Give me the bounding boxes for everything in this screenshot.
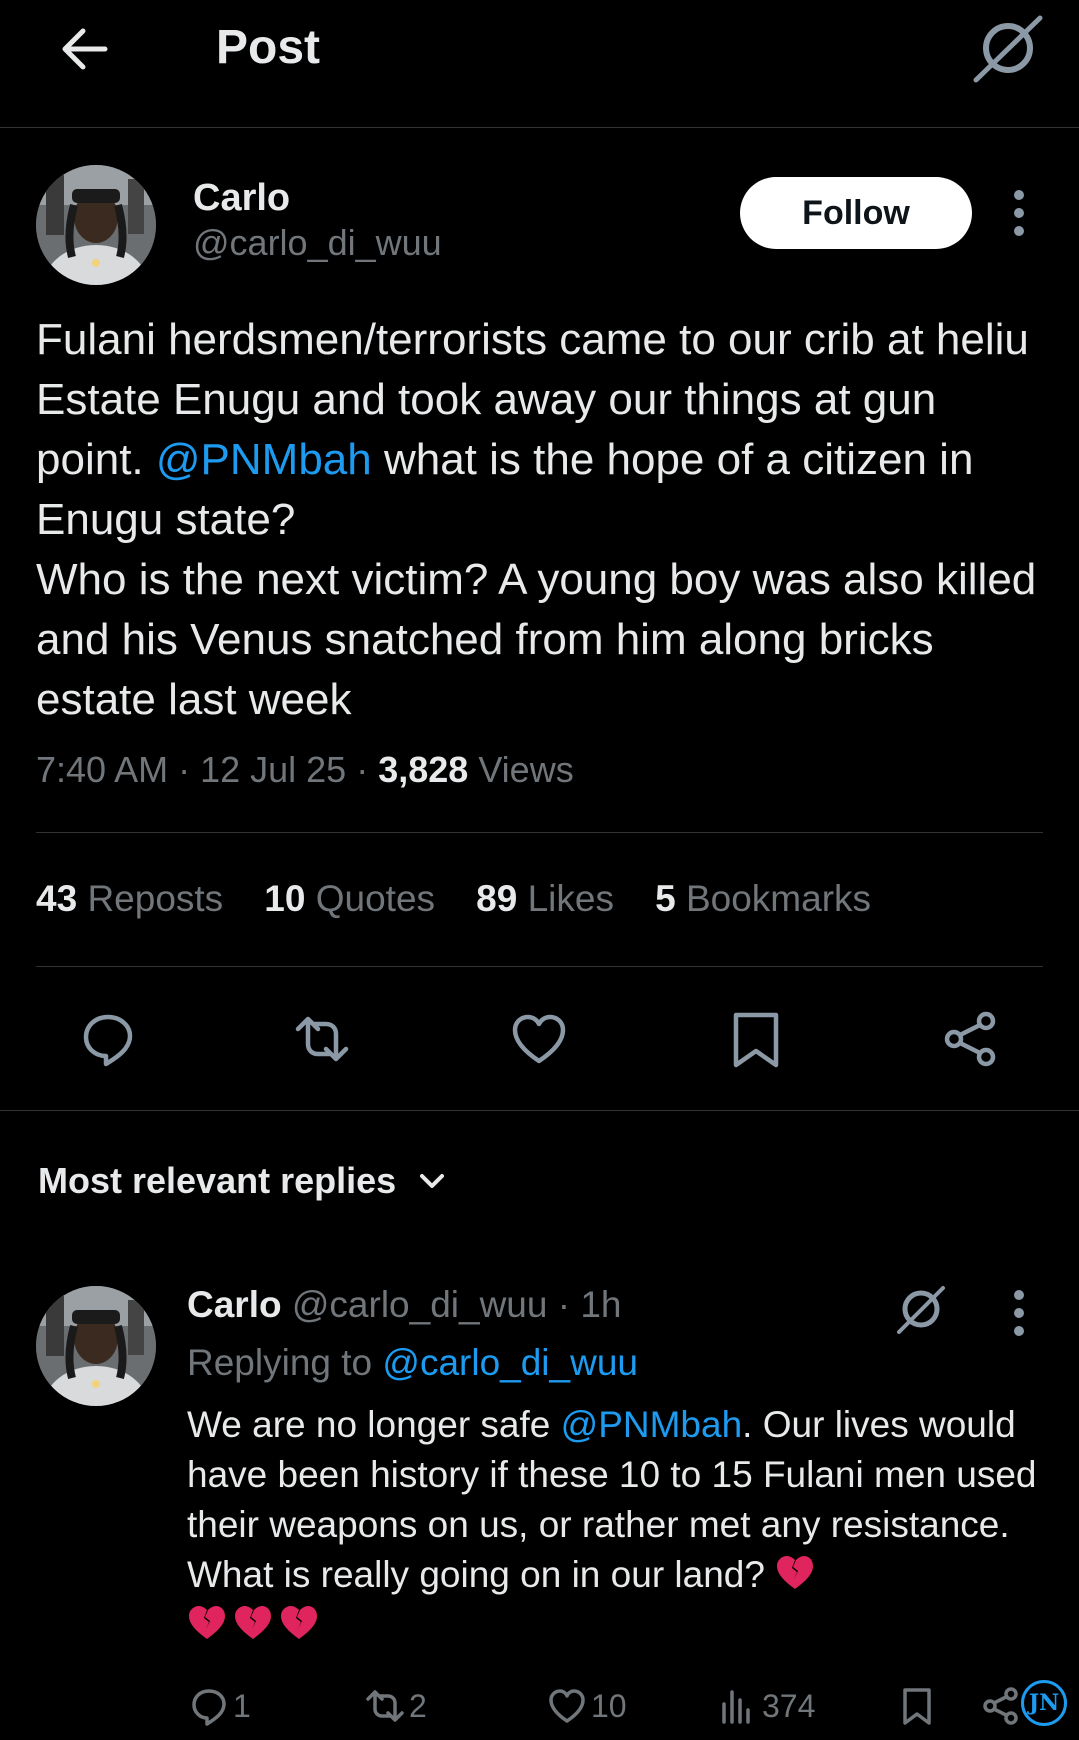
share-icon [983, 1687, 1018, 1725]
stat-count: 43 [36, 878, 78, 919]
divider [0, 1110, 1079, 1111]
reply-bookmark-button[interactable] [897, 1684, 941, 1728]
reply-icon [192, 1689, 226, 1726]
views-icon [722, 1690, 750, 1724]
broken-heart-icon [281, 1606, 317, 1639]
stat-label: Quotes [315, 878, 436, 919]
avatar[interactable] [36, 165, 156, 285]
reply-text: We are no longer safe @PNMbah. Our lives… [187, 1400, 1067, 1650]
broken-heart-icon [777, 1556, 814, 1589]
broken-heart-icon [189, 1606, 225, 1639]
post-text-part: Who is the next victim? A young boy was … [36, 555, 1037, 724]
like-icon[interactable] [509, 1009, 569, 1069]
reply-like-button[interactable]: 10 [547, 1684, 627, 1728]
reposts-stat[interactable]: 43 Reposts [36, 878, 223, 920]
stat-label: Likes [527, 878, 614, 919]
page-title: Post [216, 21, 321, 74]
stat-count: 89 [476, 878, 518, 919]
mention-link[interactable]: @PNMbah [561, 1404, 743, 1445]
arrow-left-icon[interactable] [55, 22, 111, 78]
replies-sort-dropdown[interactable]: Most relevant replies [38, 1160, 450, 1202]
grok-icon[interactable] [893, 1282, 949, 1338]
reply-author-handle[interactable]: @carlo_di_wuu [292, 1284, 548, 1325]
repost-count: 2 [409, 1687, 427, 1724]
stat-count: 10 [264, 878, 306, 919]
replies-sort-label: Most relevant replies [38, 1160, 397, 1201]
watermark-logo: JN [1021, 1680, 1067, 1726]
bookmark-icon[interactable] [726, 1009, 786, 1069]
reply-share-button[interactable] [981, 1684, 1025, 1728]
bookmark-icon [903, 1688, 931, 1725]
repost-icon [366, 1690, 404, 1722]
post-text: Fulani herdsmen/terrorists came to our c… [36, 310, 1046, 730]
views-label: Views [478, 749, 574, 790]
post-time: 7:40 AM [36, 749, 169, 790]
reply-reply-button[interactable]: 1 [189, 1684, 251, 1728]
share-icon[interactable] [940, 1009, 1000, 1069]
divider [36, 966, 1043, 967]
more-options-icon[interactable] [1007, 183, 1031, 243]
post-date: 12 Jul 25 [200, 749, 347, 790]
author-handle[interactable]: @carlo_di_wuu [193, 222, 442, 264]
like-icon [549, 1689, 585, 1723]
chevron-down-icon [420, 1174, 445, 1188]
post-meta: 7:40 AM · 12 Jul 25 · 3,828 Views [36, 749, 574, 790]
stat-label: Bookmarks [685, 878, 872, 919]
reply-text-part: We are no longer safe [187, 1404, 561, 1445]
replying-to: Replying to @carlo_di_wuu [187, 1342, 638, 1384]
replying-to-link[interactable]: @carlo_di_wuu [382, 1342, 638, 1383]
views-count: 374 [762, 1687, 816, 1724]
more-options-icon[interactable] [1007, 1283, 1031, 1343]
replying-prefix: Replying to [187, 1342, 383, 1383]
reply-views-button[interactable]: 374 [718, 1684, 815, 1728]
bookmarks-stat[interactable]: 5 Bookmarks [655, 878, 871, 920]
likes-stat[interactable]: 89 Likes [476, 878, 614, 920]
author-name[interactable]: Carlo [193, 177, 290, 220]
engagement-stats: 43 Reposts 10 Quotes 89 Likes 5 Bookmark… [36, 878, 871, 920]
quotes-stat[interactable]: 10 Quotes [264, 878, 435, 920]
stat-label: Reposts [87, 878, 224, 919]
broken-heart-icon [235, 1606, 271, 1639]
grok-icon[interactable] [968, 10, 1048, 90]
reply-header: Carlo @carlo_di_wuu · 1h [187, 1284, 622, 1325]
reply-count: 1 [233, 1687, 251, 1724]
mention-link[interactable]: @PNMbah [156, 435, 372, 484]
views-count[interactable]: 3,828 [378, 749, 468, 790]
reply-time: 1h [580, 1284, 622, 1325]
reply-author-name[interactable]: Carlo [187, 1284, 282, 1325]
like-count: 10 [591, 1687, 627, 1724]
follow-button[interactable]: Follow [740, 177, 972, 249]
reply-avatar[interactable] [36, 1286, 156, 1406]
top-bar: Post [0, 0, 1079, 128]
divider [36, 832, 1043, 833]
repost-icon[interactable] [292, 1009, 352, 1069]
reply-icon[interactable] [78, 1009, 138, 1069]
reply-repost-button[interactable]: 2 [365, 1684, 427, 1728]
stat-count: 5 [655, 878, 676, 919]
